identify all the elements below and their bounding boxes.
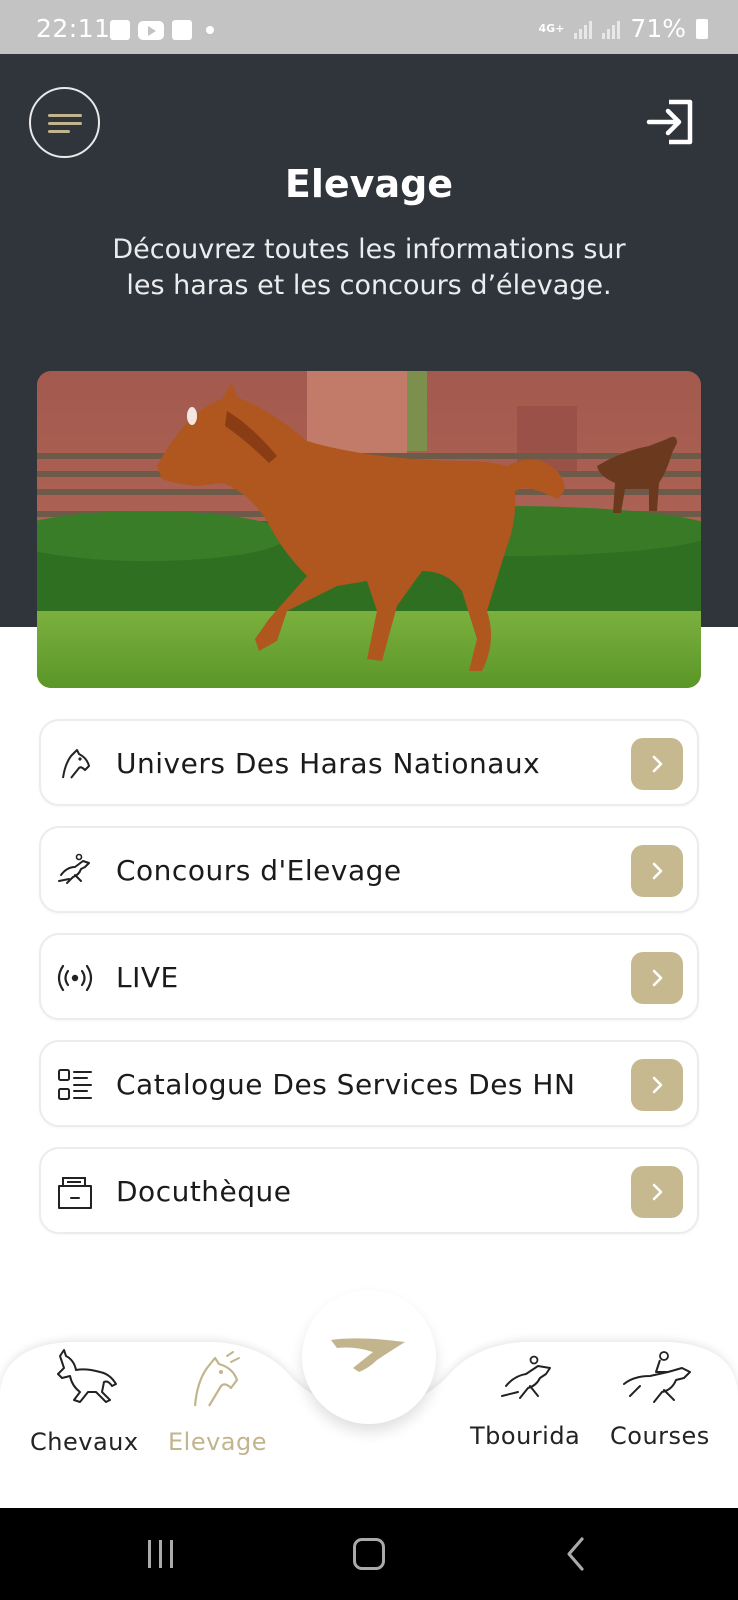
status-bar: 22:11 4G+ 71% xyxy=(0,0,738,54)
signal-icon xyxy=(602,19,621,39)
check-icon xyxy=(172,20,192,40)
jumping-horse-icon xyxy=(501,1355,551,1399)
menu-button[interactable] xyxy=(29,87,100,158)
system-icons: 4G+ 71% xyxy=(539,14,708,43)
page-title: Elevage xyxy=(284,162,454,206)
menu-item-label: Catalogue Des Services Des HN xyxy=(116,1068,576,1101)
nav-item-chevaux[interactable]: Chevaux xyxy=(20,1348,150,1468)
page-subtitle: Découvrez toutes les informations sur le… xyxy=(112,234,626,301)
status-time: 22:11 xyxy=(36,14,111,43)
chevron-button[interactable] xyxy=(631,738,683,790)
horse-photo xyxy=(37,371,701,688)
chevron-button[interactable] xyxy=(631,952,683,1004)
notification-icons xyxy=(110,20,214,40)
network-type: 4G+ xyxy=(538,22,565,35)
back-icon[interactable] xyxy=(564,1536,588,1572)
chevron-right-icon xyxy=(652,755,663,773)
chevron-right-icon xyxy=(652,862,663,880)
nav-item-elevage[interactable]: Elevage xyxy=(160,1348,290,1468)
broadcast-icon xyxy=(57,964,93,992)
menu-item-label: Concours d'Elevage xyxy=(116,854,402,887)
jumping-horse-icon xyxy=(58,853,90,884)
home-icon[interactable] xyxy=(353,1538,385,1570)
chevron-right-icon xyxy=(652,969,663,987)
login-button[interactable] xyxy=(645,96,697,148)
login-icon xyxy=(646,99,693,145)
menu-item-label: LIVE xyxy=(116,961,179,994)
menu-icon-line xyxy=(48,130,70,133)
app-screen: 22:11 4G+ 71% Elevage Découvrez toutes l… xyxy=(0,0,738,1600)
nav-item-tbourida[interactable]: Tbourida xyxy=(460,1348,590,1468)
recent-apps-icon[interactable] xyxy=(146,1540,176,1568)
chevron-right-icon xyxy=(652,1076,663,1094)
nav-label: Elevage xyxy=(168,1428,268,1456)
menu-item-docutheque[interactable]: Docuthèque xyxy=(39,1147,699,1234)
list-icon xyxy=(58,1069,92,1100)
nav-label: Tbourida xyxy=(470,1422,581,1450)
elevage-menu-list: Univers Des Haras Nationaux Concours d'E… xyxy=(39,719,699,1254)
battery-level: 71% xyxy=(630,14,686,43)
center-logo-button[interactable] xyxy=(302,1290,436,1424)
nav-label: Chevaux xyxy=(30,1428,139,1456)
document-box-icon xyxy=(58,1177,92,1209)
battery-icon xyxy=(696,18,708,39)
nav-item-courses[interactable]: Courses xyxy=(600,1348,730,1468)
youtube-icon xyxy=(138,20,164,40)
horse-head-icon xyxy=(62,749,90,779)
menu-icon xyxy=(48,114,82,117)
chevron-right-icon xyxy=(652,1183,663,1201)
bottom-navigation: Chevaux Elevage Tbourida Courses xyxy=(0,1268,738,1510)
brand-logo-icon xyxy=(331,1338,405,1372)
menu-item-catalogue-services[interactable]: Catalogue Des Services Des HN xyxy=(39,1040,699,1127)
horse-head-icon xyxy=(193,1351,240,1407)
dot-icon xyxy=(206,26,214,34)
menu-item-live[interactable]: LIVE xyxy=(39,933,699,1020)
chevron-button[interactable] xyxy=(631,845,683,897)
menu-item-label: Docuthèque xyxy=(116,1175,292,1208)
menu-item-univers-haras[interactable]: Univers Des Haras Nationaux xyxy=(39,719,699,806)
menu-item-label: Univers Des Haras Nationaux xyxy=(116,747,541,780)
menu-item-concours-elevage[interactable]: Concours d'Elevage xyxy=(39,826,699,913)
signal-icon xyxy=(574,19,593,39)
gallery-icon xyxy=(110,20,130,40)
menu-icon-line xyxy=(48,122,82,125)
nav-label: Courses xyxy=(610,1422,710,1450)
system-navigation-bar xyxy=(0,1508,738,1600)
galloping-horse-icon xyxy=(57,1349,117,1403)
racing-jockey-icon xyxy=(623,1351,691,1403)
chevron-button[interactable] xyxy=(631,1059,683,1111)
hero-image xyxy=(37,371,701,688)
chevron-button[interactable] xyxy=(631,1166,683,1218)
